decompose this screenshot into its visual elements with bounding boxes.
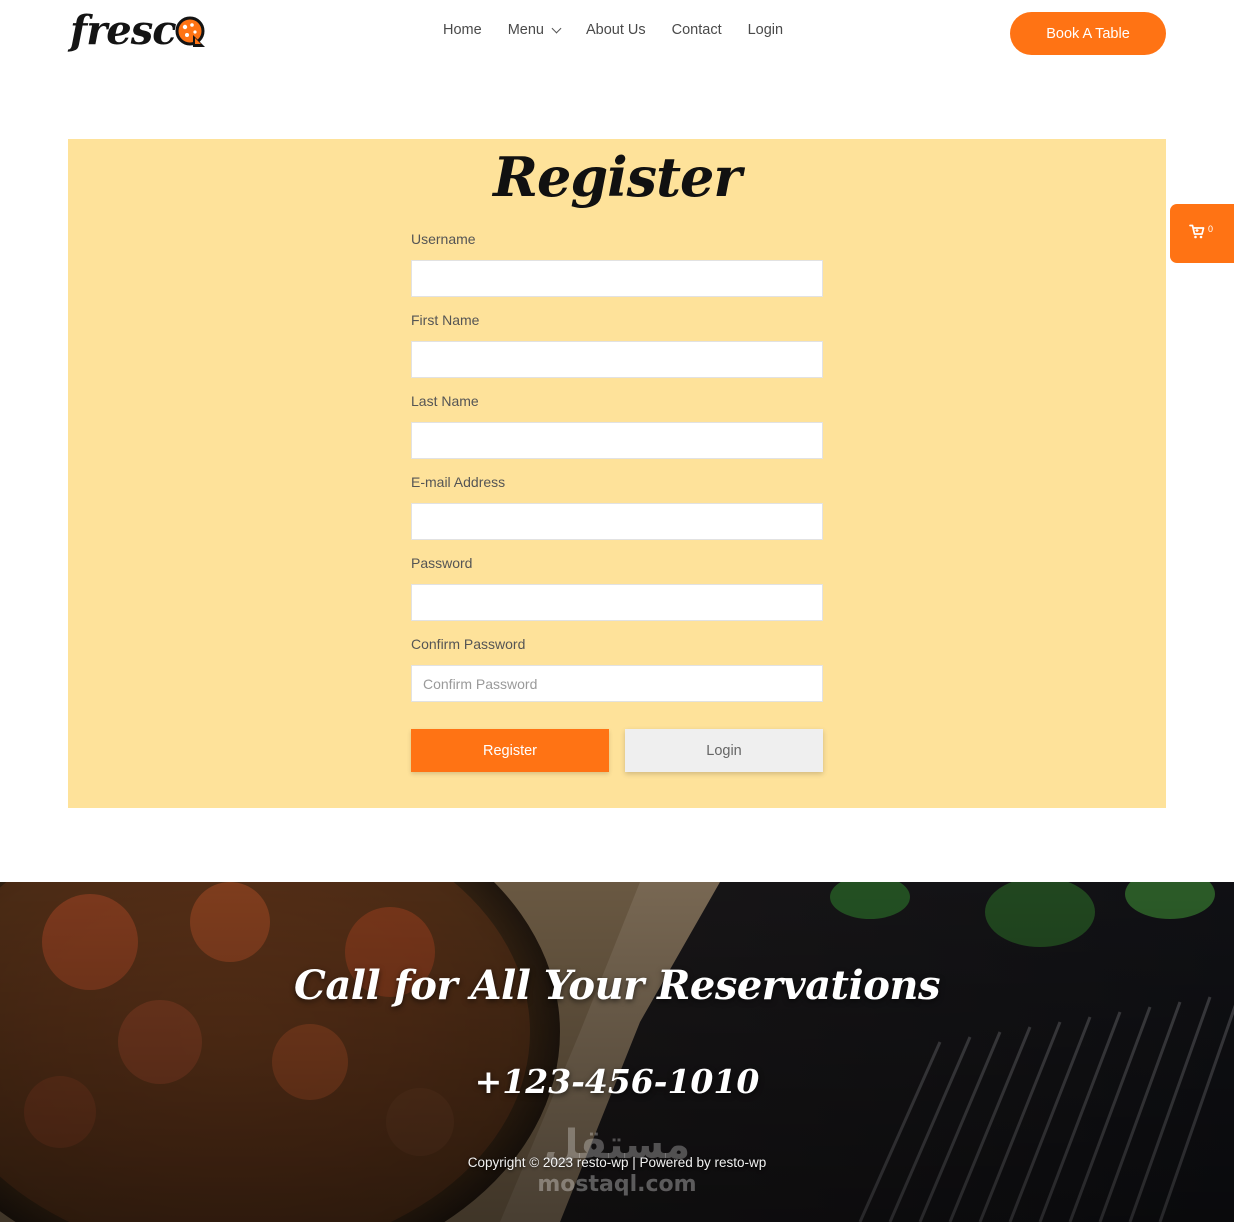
watermark-url: mostaql.com: [537, 1172, 697, 1197]
last-name-label: Last Name: [411, 393, 479, 409]
register-panel: Register Username First Name Last Name E…: [68, 139, 1166, 808]
floating-cart-button[interactable]: 0: [1170, 204, 1234, 263]
register-button[interactable]: Register: [411, 729, 609, 772]
username-input[interactable]: [411, 260, 823, 297]
login-button[interactable]: Login: [625, 729, 823, 772]
first-name-field-group: First Name: [411, 312, 823, 378]
logo-text: fresc: [70, 7, 177, 54]
first-name-input[interactable]: [411, 341, 823, 378]
main-nav: Home Menu About Us Contact Login: [430, 22, 796, 38]
email-field-group: E-mail Address: [411, 474, 823, 540]
cart-count-badge: 0: [1208, 223, 1214, 234]
last-name-input[interactable]: [411, 422, 823, 459]
nav-login[interactable]: Login: [748, 22, 783, 38]
password-label: Password: [411, 555, 473, 571]
nav-login-label: Login: [747, 22, 784, 38]
first-name-label: First Name: [411, 312, 480, 328]
site-logo[interactable]: fresc: [70, 8, 207, 54]
chevron-down-icon: [551, 23, 562, 33]
footer-copyright: Copyright © 2023 resto-wp | Powered by r…: [467, 1155, 767, 1170]
nav-home-label: Home: [443, 22, 482, 38]
username-label: Username: [411, 231, 476, 247]
password-field-group: Password: [411, 555, 823, 621]
confirm-password-input[interactable]: [411, 665, 823, 702]
last-name-field-group: Last Name: [411, 393, 823, 459]
password-input[interactable]: [411, 584, 823, 621]
email-input[interactable]: [411, 503, 823, 540]
nav-contact-label: Contact: [671, 22, 722, 38]
username-field-group: Username: [411, 231, 823, 297]
site-header: fresc Home Menu About Us Contact Login B…: [0, 0, 1234, 70]
page-title: Register: [493, 145, 742, 209]
email-label: E-mail Address: [411, 474, 506, 490]
pizza-logo-icon: [175, 16, 207, 53]
confirm-password-label: Confirm Password: [411, 636, 526, 652]
footer-background-image: [0, 882, 1234, 1222]
footer-heading: Call for All Your Reservations: [294, 962, 941, 1009]
nav-menu[interactable]: Menu: [507, 22, 562, 38]
site-footer: Call for All Your Reservations +123-456-…: [0, 882, 1234, 1222]
nav-about-label: About Us: [585, 22, 646, 38]
nav-about-us[interactable]: About Us: [586, 22, 646, 38]
footer-phone-number[interactable]: +123-456-1010: [0, 1062, 1234, 1101]
book-a-table-button[interactable]: Book A Table: [1010, 12, 1166, 55]
nav-contact[interactable]: Contact: [672, 22, 722, 38]
cart-icon: [1189, 224, 1205, 244]
nav-menu-label: Menu: [507, 22, 544, 38]
nav-home[interactable]: Home: [443, 22, 482, 38]
confirm-password-field-group: Confirm Password: [411, 636, 823, 702]
